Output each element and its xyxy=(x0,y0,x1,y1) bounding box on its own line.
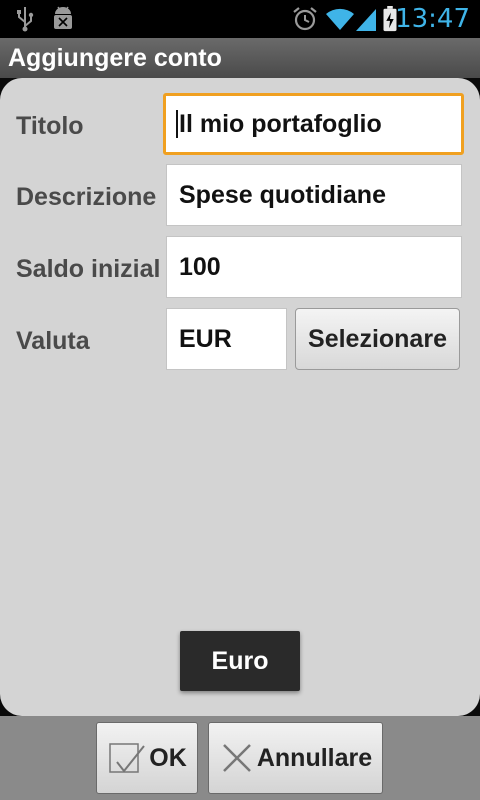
form-panel: Titolo Il mio portafoglio Descrizione Sp… xyxy=(0,78,480,716)
wifi-icon xyxy=(326,8,354,30)
toast-text: Euro xyxy=(211,646,269,675)
balance-label: Saldo inizial xyxy=(16,255,161,283)
cancel-button[interactable]: Annullare xyxy=(208,722,383,794)
status-bar: 13:47 xyxy=(0,0,480,38)
title-input-value: Il mio portafoglio xyxy=(179,109,382,138)
page-title: Aggiungere conto xyxy=(8,44,222,72)
usb-icon xyxy=(17,7,34,32)
close-icon xyxy=(222,744,251,772)
select-currency-button[interactable]: Selezionare xyxy=(295,308,460,370)
title-bar: Aggiungere conto xyxy=(0,38,480,78)
android-debug-icon xyxy=(54,6,72,29)
currency-input-value: EUR xyxy=(179,324,232,353)
currency-label: Valuta xyxy=(16,327,90,355)
select-currency-label: Selezionare xyxy=(308,324,447,353)
ok-label: OK xyxy=(149,743,187,772)
signal-icon xyxy=(356,9,376,31)
alarm-icon xyxy=(293,7,317,31)
toast-message: Euro xyxy=(180,631,300,691)
cancel-label: Annullare xyxy=(256,743,373,772)
description-label: Descrizione xyxy=(16,183,157,211)
checkbox-check-icon xyxy=(109,743,146,773)
bottom-action-bar: OK Annullare xyxy=(0,716,480,800)
currency-input[interactable]: EUR xyxy=(166,308,287,370)
balance-input-value: 100 xyxy=(179,252,221,281)
ok-button[interactable]: OK xyxy=(96,722,198,794)
title-input[interactable]: Il mio portafoglio xyxy=(163,93,464,155)
clock: 13:47 xyxy=(395,4,470,34)
balance-input[interactable]: 100 xyxy=(166,236,462,298)
title-label: Titolo xyxy=(16,112,84,140)
description-input-value: Spese quotidiane xyxy=(179,180,386,209)
text-cursor xyxy=(176,110,178,138)
description-input[interactable]: Spese quotidiane xyxy=(166,164,462,226)
